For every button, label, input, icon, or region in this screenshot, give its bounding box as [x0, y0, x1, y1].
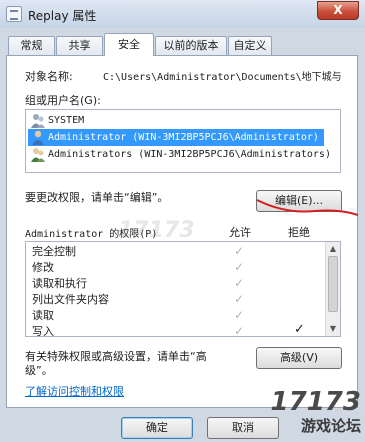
- user-item-system[interactable]: SYSTEM: [28, 112, 84, 129]
- allow-check-icon: ✓: [234, 276, 245, 290]
- site-watermark: 17173 游戏论坛: [271, 389, 361, 436]
- permissions-scrollbar[interactable]: ▲ ▼: [325, 242, 340, 336]
- close-button[interactable]: X: [317, 1, 359, 20]
- permission-name: 修改: [32, 261, 54, 274]
- permission-name: 读取和执行: [32, 277, 87, 290]
- scroll-thumb[interactable]: [328, 256, 338, 312]
- permission-name: 写入: [32, 325, 54, 337]
- permission-row: 列出文件夹内容: [32, 292, 109, 308]
- tab-customize[interactable]: 自定义: [228, 36, 272, 55]
- cancel-button[interactable]: 取消: [207, 417, 279, 439]
- allow-check-icon: ✓: [234, 324, 245, 337]
- tab-general[interactable]: 常规: [8, 36, 55, 55]
- special-permissions-hint-cont: 级”。: [25, 364, 53, 377]
- permission-row: 完全控制: [32, 244, 76, 260]
- user-list[interactable]: SYSTEM Administrator (WIN-3MI2BP5PCJ6\Ad…: [25, 109, 341, 173]
- ok-button[interactable]: 确定: [121, 417, 193, 439]
- object-name-label: 对象名称:: [25, 70, 73, 83]
- red-annotation-stroke: [256, 199, 359, 216]
- permission-row: 修改: [32, 260, 54, 276]
- scroll-up-icon[interactable]: ▲: [328, 244, 338, 254]
- folder-properties-icon: [6, 6, 22, 22]
- user-name: SYSTEM: [48, 115, 85, 126]
- scroll-down-icon[interactable]: ▼: [328, 324, 338, 334]
- permission-row: 读取和执行: [32, 276, 87, 292]
- permission-name: 完全控制: [32, 245, 76, 258]
- user-name: Administrators (WIN-3MI2BP5PCJ6\Administ…: [48, 149, 331, 160]
- learn-access-control-link[interactable]: 了解访问控制和权限: [25, 383, 124, 399]
- tab-sharing[interactable]: 共享: [56, 36, 103, 55]
- user-item-administrators[interactable]: Administrators (WIN-3MI2BP5PCJ6\Administ…: [28, 146, 331, 163]
- deny-header: 拒绝: [288, 226, 310, 239]
- deny-check-icon: ✓: [294, 322, 305, 337]
- allow-header: 允许: [229, 226, 251, 239]
- group-or-user-label: 组或用户名(G):: [25, 94, 101, 107]
- allow-check-icon: ✓: [234, 244, 245, 258]
- advanced-button[interactable]: 高级(V): [256, 347, 342, 369]
- permission-row: 写入: [32, 324, 54, 337]
- change-permissions-hint: 要更改权限，请单击“编辑”。: [25, 191, 169, 204]
- watermark-number: 17173: [270, 387, 361, 417]
- allow-check-icon: ✓: [234, 292, 245, 306]
- allow-check-icon: ✓: [234, 308, 245, 322]
- tab-previous-versions[interactable]: 以前的版本: [155, 36, 227, 55]
- window-title: Replay 属性: [28, 9, 97, 23]
- tab-security[interactable]: 安全: [104, 33, 154, 56]
- user-item-administrator[interactable]: Administrator (WIN-3MI2BP5PCJ6\Administr…: [28, 129, 324, 146]
- permission-name: 列出文件夹内容: [32, 293, 109, 306]
- allow-check-icon: ✓: [234, 260, 245, 274]
- user-icon: [31, 114, 45, 128]
- permissions-list[interactable]: 完全控制 ✓ 修改 ✓ 读取和执行 ✓ 列出文件夹内容 ✓ 读取 ✓ 写入 ✓ …: [25, 241, 341, 337]
- permission-name: 读取: [32, 309, 54, 322]
- user-name: Administrator (WIN-3MI2BP5PCJ6\Administr…: [48, 132, 319, 143]
- permission-row: 读取: [32, 308, 54, 324]
- user-group-icon: [31, 148, 45, 162]
- watermark-faint: 17173: [118, 218, 195, 243]
- title-bar: Replay 属性 X: [0, 0, 365, 28]
- watermark-text: 游戏论坛: [300, 417, 361, 435]
- user-icon: [32, 130, 44, 145]
- object-name-value: C:\Users\Administrator\Documents\地下城与: [103, 72, 342, 83]
